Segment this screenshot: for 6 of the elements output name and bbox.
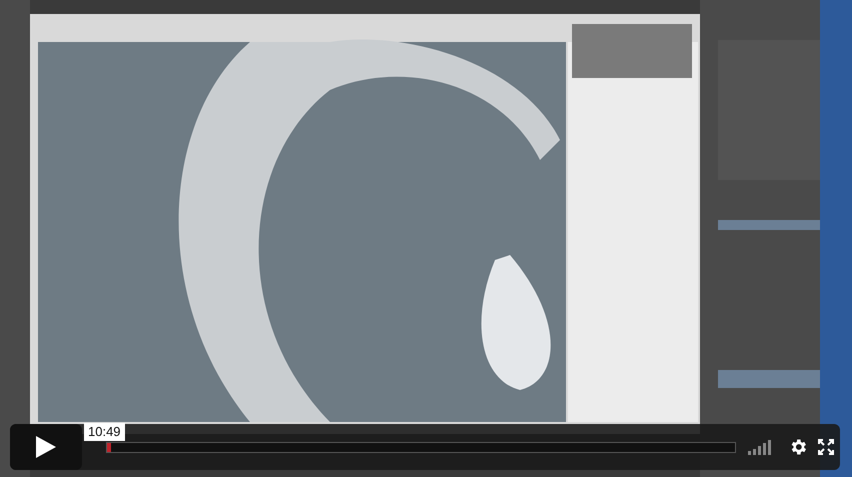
fullscreen-icon[interactable] — [818, 439, 834, 455]
play-icon — [36, 436, 56, 458]
time-tooltip: 10:49 — [84, 423, 125, 441]
play-button[interactable] — [10, 424, 82, 470]
volume-icon[interactable] — [748, 439, 774, 455]
progress-track[interactable] — [106, 442, 736, 452]
